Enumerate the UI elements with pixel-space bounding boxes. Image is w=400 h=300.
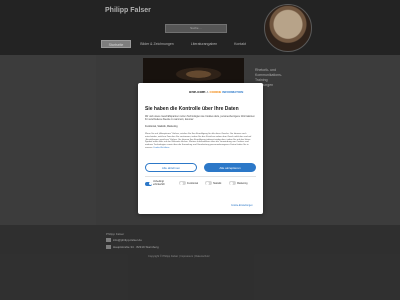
logo-amp: &: [206, 90, 209, 94]
logo-brand: one.com: [189, 89, 206, 94]
switch-icon[interactable]: [145, 181, 152, 186]
toggle-functional[interactable]: Funktional: [179, 181, 198, 185]
dialog-categories: Funktional, Statistik, Marketing: [145, 125, 178, 128]
divider: [145, 176, 256, 177]
consent-logo: one.com & COOKIE INFORMATION: [189, 89, 243, 94]
dialog-intro: Wir und unsere Geschäftspartner nutzen T…: [145, 116, 255, 121]
toggle-statistics[interactable]: Statistik: [205, 181, 221, 185]
dialog-title: Sie haben die Kontrolle über Ihre Daten: [145, 106, 239, 112]
toggle-label: Unbedingt erforderlich: [153, 180, 165, 186]
accept-all-button[interactable]: Alle akzeptieren: [204, 163, 256, 172]
reject-all-button[interactable]: Alle ablehnen: [145, 163, 197, 172]
switch-icon[interactable]: [229, 181, 236, 185]
consent-toggles: Unbedingt erforderlich Funktional Statis…: [145, 180, 256, 191]
toggle-label: Marketing: [237, 181, 248, 185]
logo-cookie: COOKIE: [209, 90, 222, 94]
toggle-required[interactable]: Unbedingt erforderlich: [145, 180, 171, 186]
toggle-label: Funktional: [187, 181, 199, 185]
cookie-policy-link[interactable]: Cookie-Richtlinie: [153, 147, 169, 149]
logo-info: INFORMATION: [222, 90, 244, 94]
switch-icon[interactable]: [179, 181, 186, 185]
cookie-settings-link[interactable]: Cookie-Einstellungen: [231, 205, 253, 207]
cookie-consent-dialog: one.com & COOKIE INFORMATION Sie haben d…: [138, 83, 263, 214]
toggle-label: Statistik: [213, 181, 222, 185]
toggle-marketing[interactable]: Marketing: [229, 181, 248, 185]
dialog-text: Wenn Sie auf „Akzeptieren“ klicken, erte…: [145, 133, 256, 150]
switch-icon[interactable]: [205, 181, 212, 185]
